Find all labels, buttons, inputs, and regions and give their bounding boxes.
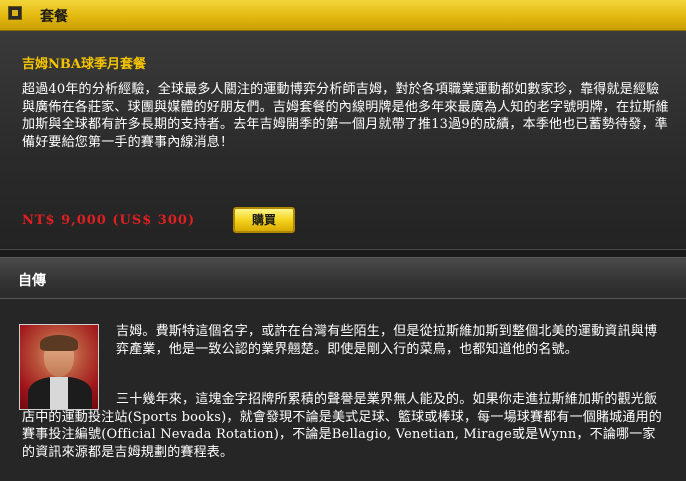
bio-panel: 吉姆。費斯特這個名字，或許在台灣有些陌生，但是從拉斯維加斯到整個北美的運動資訊與… xyxy=(0,299,686,481)
section-title: 套餐 xyxy=(40,9,68,25)
bio-title: 自傳 xyxy=(18,273,46,289)
bio-paragraph: 三十幾年來，這塊金字招牌所累積的聲譽是業界無人能及的。如果你走進拉斯維加斯的觀光… xyxy=(22,392,662,460)
buy-button[interactable]: 購買 xyxy=(233,207,295,233)
section-header-package: 套餐 xyxy=(0,0,686,31)
bio-paragraph: 吉姆。費斯特這個名字，或許在台灣有些陌生，但是從拉斯維加斯到整個北美的運動資訊與… xyxy=(116,324,658,357)
section-header-bio: 自傳 xyxy=(0,257,686,299)
package-panel: 吉姆NBA球季月套餐 超過40年的分析經驗，全球最多人關注的運動博弈分析師吉姆，… xyxy=(0,31,686,250)
package-title: 吉姆NBA球季月套餐 xyxy=(22,57,146,72)
avatar-hair xyxy=(40,335,78,351)
package-description: 超過40年的分析經驗，全球最多人關注的運動博弈分析師吉姆，對於各項職業運動都如數… xyxy=(22,82,669,150)
package-icon xyxy=(8,6,22,20)
package-price: NT$ 9,000 (US$ 300) xyxy=(22,213,196,228)
